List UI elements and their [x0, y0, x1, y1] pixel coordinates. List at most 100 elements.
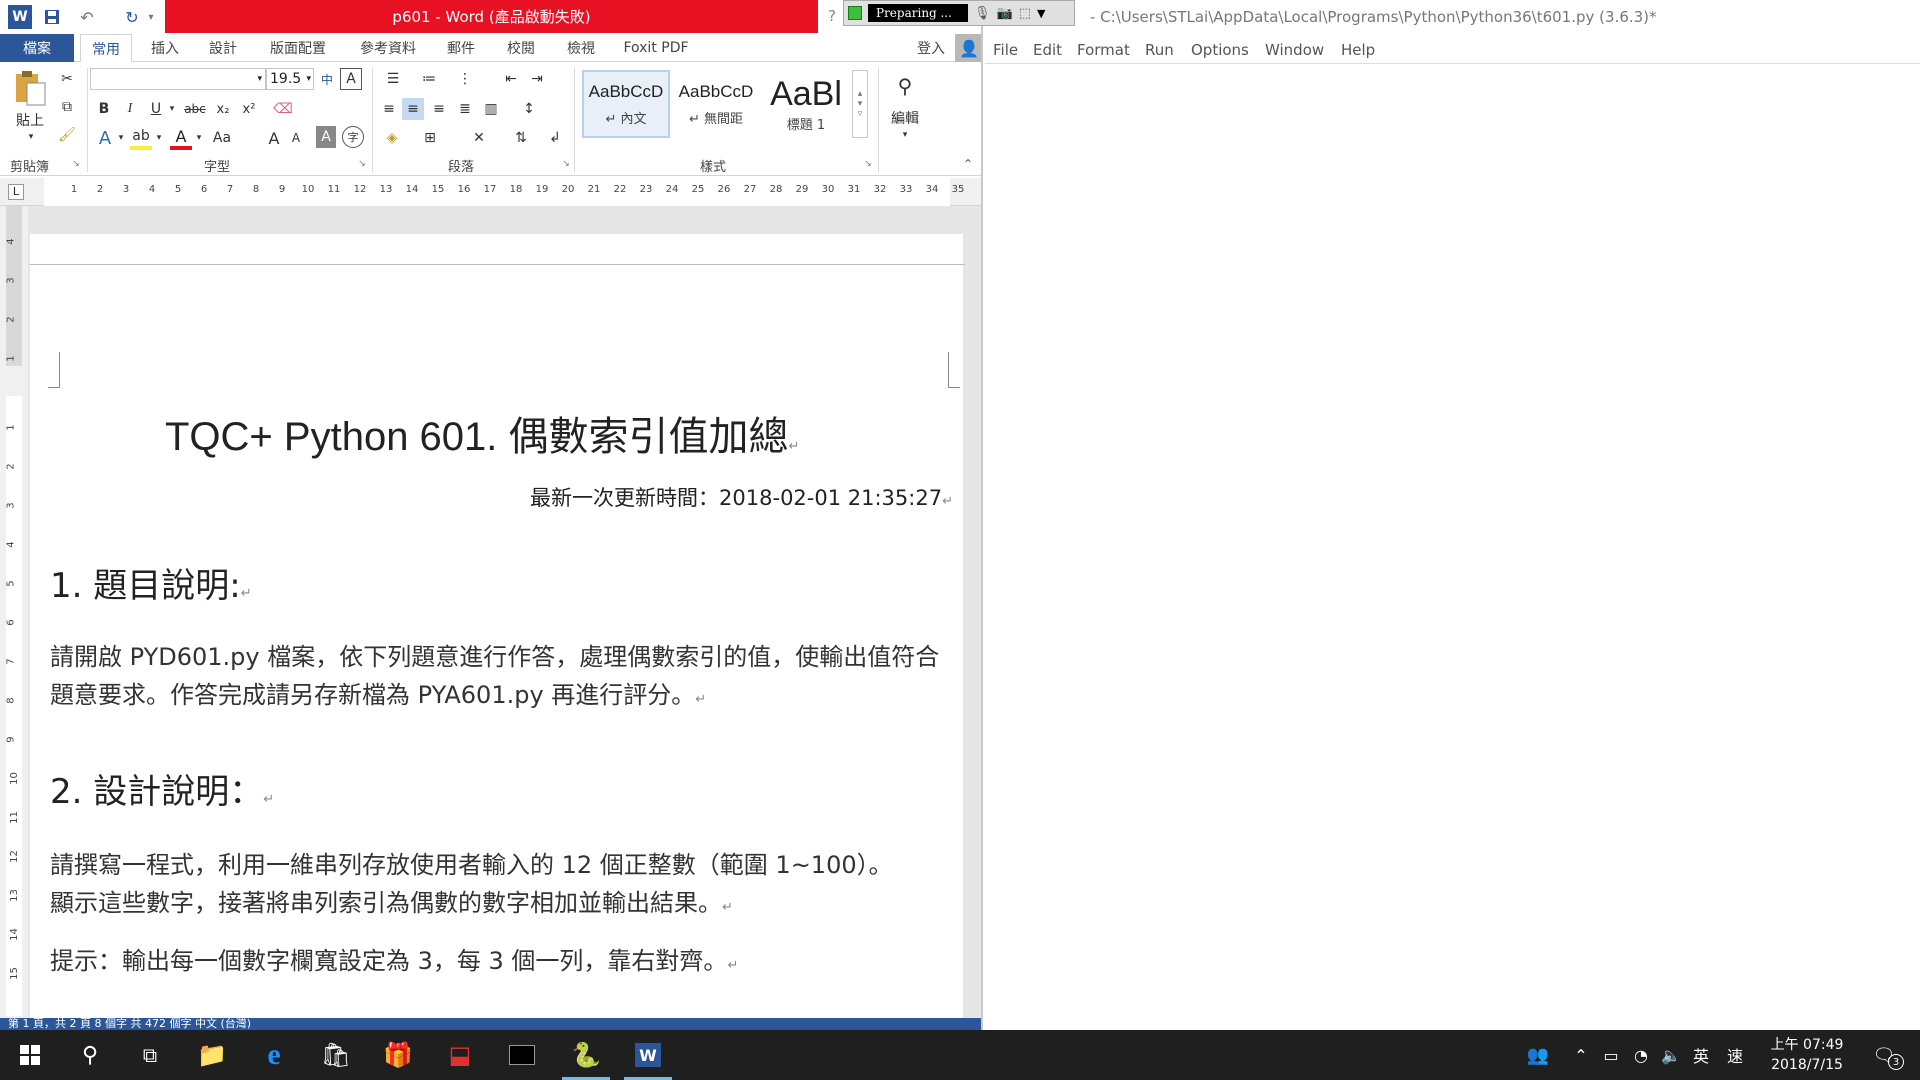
gift-icon[interactable]: 🎁 — [368, 1030, 428, 1080]
style-no-spacing[interactable]: AaBbCcD ↵ 無間距 — [672, 70, 760, 138]
highlight-icon[interactable]: ab — [130, 126, 152, 150]
font-color-icon[interactable]: A — [170, 126, 192, 150]
task-view-icon[interactable]: ⧉ — [120, 1030, 180, 1080]
editing-button-label[interactable]: 編輯 — [884, 108, 926, 128]
increase-indent-icon[interactable]: ⇥ — [526, 68, 548, 90]
clear-formatting-icon[interactable]: ⌫ — [272, 98, 294, 120]
font-name-dropdown[interactable]: ▾ — [90, 68, 266, 90]
tab-home[interactable]: 常用 — [80, 34, 132, 63]
battery-icon[interactable]: ▭ — [1598, 1030, 1624, 1080]
recorder-menu-icon[interactable]: ▼ — [1037, 7, 1045, 20]
strikethrough-button[interactable]: abc — [182, 98, 208, 120]
italic-button[interactable]: I — [120, 98, 140, 120]
superscript-button[interactable]: x² — [238, 98, 260, 120]
file-explorer-icon[interactable]: 📁 — [182, 1030, 242, 1080]
menu-help[interactable]: Help — [1341, 41, 1375, 59]
shading-icon[interactable]: ◈ — [378, 126, 406, 150]
ime-mode[interactable]: 速 — [1722, 1030, 1748, 1080]
character-border-icon[interactable]: A — [340, 68, 362, 90]
tab-design[interactable]: 設計 — [198, 34, 248, 62]
font-launcher-icon[interactable]: ↘ — [356, 158, 368, 170]
volume-icon[interactable]: 🔈 — [1658, 1030, 1684, 1080]
character-shading-icon[interactable]: A — [316, 126, 336, 148]
pdf-reader-icon[interactable]: ⬓ — [430, 1030, 490, 1080]
undo-icon[interactable]: ↶ — [75, 5, 99, 29]
decrease-indent-icon[interactable]: ⇤ — [500, 68, 522, 90]
people-icon[interactable]: 👥 — [1520, 1030, 1556, 1080]
python-idle-icon[interactable]: 🐍 — [556, 1030, 616, 1080]
find-binoculars-icon[interactable]: ⚲ — [888, 70, 922, 102]
chevron-down-icon[interactable]: ▾ — [194, 126, 204, 150]
bullets-icon[interactable]: ☰ — [378, 68, 408, 90]
redo-icon[interactable]: ↻ — [120, 5, 144, 29]
document-page[interactable]: TQC+ Python 601. 偶數索引值加總↵ 最新一次更新時間：2018-… — [30, 234, 965, 1018]
show-marks-icon[interactable]: ↲ — [544, 126, 566, 150]
bold-button[interactable]: B — [94, 98, 114, 120]
action-center-icon[interactable]: 🗨 3 — [1864, 1030, 1904, 1080]
clipboard-launcher-icon[interactable]: ↘ — [70, 158, 82, 170]
paste-dropdown-icon[interactable]: ▾ — [24, 130, 38, 144]
customize-qat-icon[interactable]: ▾ — [145, 5, 157, 29]
tab-view[interactable]: 檢視 — [554, 34, 608, 62]
phonetic-guide-icon[interactable]: 中 — [316, 68, 338, 90]
show-hidden-icons-icon[interactable]: ⌃ — [1568, 1030, 1594, 1080]
start-windows-icon[interactable] — [0, 1030, 60, 1080]
tab-selector-icon[interactable]: L — [8, 184, 24, 200]
word-taskbar-icon[interactable]: W — [618, 1030, 678, 1080]
shrink-font-button[interactable]: A — [286, 126, 306, 150]
menu-window[interactable]: Window — [1265, 41, 1324, 59]
save-icon[interactable] — [40, 5, 64, 29]
tab-references[interactable]: 參考資料 — [348, 34, 428, 62]
clock[interactable]: 上午 07:49 2018/7/15 — [1762, 1035, 1852, 1075]
line-spacing-icon[interactable]: ↕ — [514, 98, 544, 120]
vertical-ruler[interactable]: 4 3 2 1 1 2 3 4 5 6 7 8 9 10 11 12 13 14 15 — [0, 206, 28, 1018]
font-size-dropdown[interactable]: 19.5 ▾ — [266, 68, 314, 90]
tab-mailings[interactable]: 郵件 — [436, 34, 486, 62]
tab-review[interactable]: 校閱 — [494, 34, 548, 62]
align-right-icon[interactable]: ≡ — [428, 98, 450, 120]
chevron-down-icon[interactable]: ▾ — [898, 128, 912, 142]
subscript-button[interactable]: x₂ — [212, 98, 234, 120]
store-icon[interactable]: 🛍 — [306, 1030, 366, 1080]
numbering-icon[interactable]: ≔ — [414, 68, 444, 90]
styles-scroll[interactable]: ▴ ▾ ▿ — [852, 70, 868, 138]
tab-layout[interactable]: 版面配置 — [258, 34, 338, 62]
menu-options[interactable]: Options — [1191, 41, 1249, 59]
wifi-icon[interactable]: ◔ — [1628, 1030, 1654, 1080]
copy-icon[interactable]: ⧉ — [56, 96, 78, 118]
search-icon[interactable]: ⚲ — [60, 1030, 120, 1080]
menu-format[interactable]: Format — [1077, 41, 1130, 59]
tab-file[interactable]: 檔案 — [0, 34, 74, 62]
grow-font-button[interactable]: A — [264, 126, 284, 150]
menu-edit[interactable]: Edit — [1033, 41, 1062, 59]
style-heading-1[interactable]: AaBl 標題 1 — [762, 70, 850, 138]
menu-run[interactable]: Run — [1145, 41, 1174, 59]
camera-icon[interactable]: 📷 — [997, 6, 1013, 21]
ime-language[interactable]: 英 — [1688, 1030, 1714, 1080]
styles-launcher-icon[interactable]: ↘ — [862, 158, 874, 170]
tab-foxit-pdf[interactable]: Foxit PDF — [614, 34, 698, 62]
menu-file[interactable]: File — [993, 41, 1018, 59]
chevron-down-icon[interactable]: ▾ — [116, 126, 126, 150]
paragraph-launcher-icon[interactable]: ↘ — [560, 158, 572, 170]
tab-insert[interactable]: 插入 — [140, 34, 190, 62]
underline-button[interactable]: U — [146, 98, 166, 120]
horizontal-ruler[interactable]: L 1 2 3 4 5 6 7 8 9 10 11 12 13 14 15 16 17 18 19 20 21 22 23 2… — [0, 178, 981, 206]
enclose-characters-icon[interactable]: 字 — [342, 126, 364, 148]
sort-icon[interactable]: ⇅ — [510, 126, 532, 150]
align-center-icon[interactable]: ≡ — [402, 98, 424, 120]
help-icon[interactable]: ? — [828, 7, 836, 25]
terminal-icon[interactable] — [492, 1030, 552, 1080]
underline-dropdown-icon[interactable]: ▾ — [166, 98, 178, 120]
chevron-down-icon[interactable]: ▾ — [154, 126, 164, 150]
paste-button-label[interactable]: 貼上 — [12, 110, 48, 130]
sign-in-link[interactable]: 登入 — [917, 38, 945, 58]
text-effects-icon[interactable]: A — [94, 126, 116, 150]
change-case-button[interactable]: Aa — [208, 126, 236, 150]
cut-icon[interactable]: ✂ — [56, 68, 78, 90]
style-normal[interactable]: AaBbCcD ↵ 內文 — [582, 70, 670, 138]
microphone-icon[interactable]: 🎙 — [974, 6, 991, 21]
borders-icon[interactable]: ⊞ — [416, 126, 444, 150]
paste-icon[interactable] — [12, 68, 48, 108]
justify-icon[interactable]: ≣ — [454, 98, 476, 120]
